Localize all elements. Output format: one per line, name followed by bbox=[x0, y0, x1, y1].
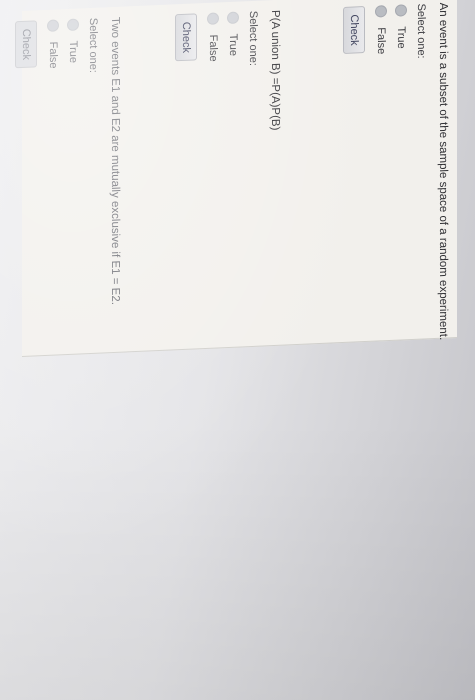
question-1: An event is a subset of the sample space… bbox=[343, 2, 449, 344]
question-1-text: An event is a subset of the sample space… bbox=[437, 2, 449, 341]
option-label: False bbox=[47, 41, 59, 69]
question-2-select-label: Select one: bbox=[247, 10, 259, 67]
question-3-text: Two events E1 and E2 are mutually exclus… bbox=[109, 16, 121, 306]
question-1-option-false[interactable]: False bbox=[375, 5, 387, 343]
radio-button[interactable] bbox=[375, 5, 387, 18]
question-3-option-false[interactable]: False bbox=[47, 19, 59, 308]
radio-button[interactable] bbox=[207, 12, 219, 25]
question-3-option-true[interactable]: True bbox=[67, 18, 79, 308]
question-2-option-false[interactable]: False bbox=[207, 12, 219, 133]
quiz-page: An event is a subset of the sample space… bbox=[0, 0, 457, 700]
question-1-select-label: Select one: bbox=[415, 3, 427, 59]
question-2: P(A union B) =P(A)P(B) Select one: True … bbox=[175, 10, 281, 135]
question-1-option-true[interactable]: True bbox=[395, 4, 407, 342]
question-2-option-true[interactable]: True bbox=[227, 11, 239, 133]
photo-of-screen: An event is a subset of the sample space… bbox=[0, 0, 475, 700]
option-label: True bbox=[227, 33, 239, 57]
question-3: Two events E1 and E2 are mutually exclus… bbox=[15, 17, 121, 310]
question-2-text: P(A union B) =P(A)P(B) bbox=[269, 9, 281, 131]
question-2-check-button[interactable]: Check bbox=[175, 13, 197, 62]
option-label: True bbox=[67, 40, 79, 64]
radio-button[interactable] bbox=[47, 19, 59, 32]
question-1-check-button[interactable]: Check bbox=[343, 6, 365, 55]
option-label: True bbox=[395, 26, 407, 49]
question-3-select-label: Select one: bbox=[87, 17, 99, 74]
question-3-check-button[interactable]: Check bbox=[15, 20, 37, 69]
option-label: False bbox=[375, 27, 387, 55]
option-label: False bbox=[207, 34, 219, 62]
radio-button[interactable] bbox=[395, 4, 407, 17]
radio-button[interactable] bbox=[67, 18, 79, 32]
radio-button[interactable] bbox=[227, 11, 239, 25]
